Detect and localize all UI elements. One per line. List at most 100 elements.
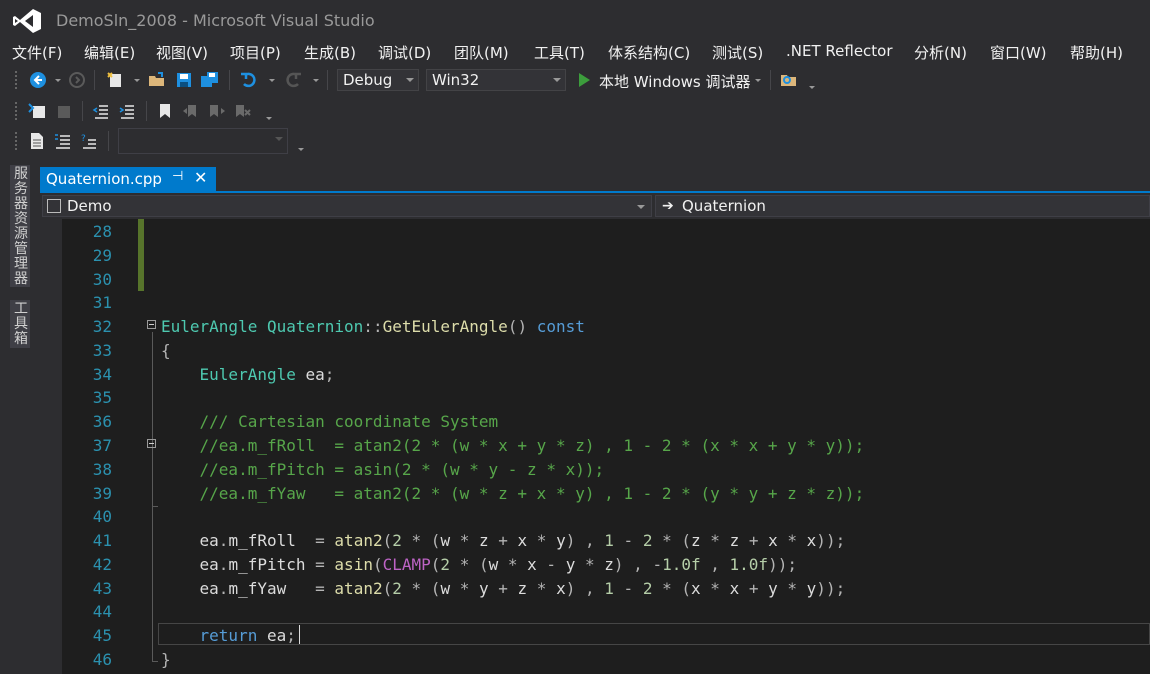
menu-build[interactable]: 生成(B) <box>304 42 356 63</box>
chevron-down-icon <box>637 205 645 209</box>
configuration-value: Debug <box>343 71 393 89</box>
code-line[interactable]: return ea; <box>161 626 296 645</box>
code-line[interactable]: //ea.m_fPitch = asin(2 * (w * y - z * x)… <box>161 460 605 479</box>
pin-icon[interactable]: ⊣ <box>172 169 183 184</box>
line-number: 33 <box>92 341 112 360</box>
navigate-forward-icon[interactable] <box>66 69 88 91</box>
toolbar-grip[interactable] <box>14 131 18 151</box>
solution-configuration-select[interactable]: Debug <box>337 69 419 91</box>
line-number: 44 <box>92 602 112 621</box>
line-number: 43 <box>92 579 112 598</box>
project-scope-select[interactable]: Demo <box>42 195 652 217</box>
toolbar-separator <box>327 70 328 90</box>
menu-project[interactable]: 项目(P) <box>230 42 281 63</box>
menu-view[interactable]: 视图(V) <box>156 42 208 63</box>
new-project-icon[interactable] <box>104 69 126 91</box>
line-number: 39 <box>92 484 112 503</box>
chevron-down-icon[interactable] <box>134 79 140 82</box>
previous-bookmark-icon[interactable] <box>180 100 202 122</box>
display-object-member-list-icon[interactable] <box>26 100 48 122</box>
outline-guide-end <box>152 661 158 662</box>
server-explorer-label[interactable]: 服务器资源管理器 <box>12 167 30 287</box>
close-icon[interactable]: ✕ <box>194 168 207 187</box>
menu-edit[interactable]: 编辑(E) <box>84 42 135 63</box>
code-line[interactable]: EulerAngle Quaternion::GetEulerAngle() c… <box>161 317 585 336</box>
code-line[interactable]: { <box>161 341 171 360</box>
new-file-icon[interactable] <box>26 130 48 152</box>
arrow-right-icon: ➔ <box>662 198 674 214</box>
text-editor-toolbar <box>0 97 1150 125</box>
redo-icon[interactable] <box>282 69 304 91</box>
outline-guide <box>152 332 153 662</box>
current-line-highlight <box>158 623 1150 645</box>
code-line[interactable]: ea.m_fPitch = asin(CLAMP(2 * (w * x - y … <box>161 555 797 574</box>
toolbar-separator <box>94 70 95 90</box>
bookmark-icon[interactable] <box>154 100 176 122</box>
menu-net-reflector[interactable]: .NET Reflector <box>786 42 893 60</box>
help-lines-icon[interactable]: ? <box>78 130 100 152</box>
debugger-label[interactable]: 本地 Windows 调试器 <box>599 71 751 92</box>
menu-debug[interactable]: 调试(D) <box>378 42 431 63</box>
comment-lines-icon[interactable] <box>52 130 74 152</box>
scope-value: Quaternion <box>682 197 766 215</box>
menu-analyze[interactable]: 分析(N) <box>914 42 967 63</box>
svg-text:?: ? <box>81 134 86 144</box>
toolbar-grip[interactable] <box>14 101 18 121</box>
source-control-toolbar: ? <box>0 127 1150 155</box>
code-line[interactable]: ea.m_fRoll = atan2(2 * (w * z + x * y) ,… <box>161 531 846 550</box>
code-line[interactable]: ea.m_fYaw = atan2(2 * (w * y + z * x) , … <box>161 579 846 598</box>
code-line[interactable]: //ea.m_fRoll = atan2(2 * (w * x + y * z)… <box>161 436 865 455</box>
chevron-down-icon[interactable] <box>755 79 761 82</box>
toolbar-overflow-icon[interactable] <box>298 148 304 151</box>
chevron-down-icon[interactable] <box>313 79 319 82</box>
toolbar-dropdown[interactable] <box>118 128 288 154</box>
start-debugging-button[interactable] <box>573 69 595 91</box>
chevron-down-icon <box>275 137 283 141</box>
code-line[interactable]: } <box>161 650 171 669</box>
save-icon[interactable] <box>173 69 195 91</box>
menu-help[interactable]: 帮助(H) <box>1070 42 1123 63</box>
toolbar-overflow-icon[interactable] <box>809 86 815 89</box>
collapse-function-icon[interactable] <box>147 320 156 329</box>
code-line[interactable]: //ea.m_fYaw = atan2(2 * (w * z + x * y) … <box>161 484 865 503</box>
indent-icon[interactable] <box>116 100 138 122</box>
menu-tools[interactable]: 工具(T) <box>534 42 585 63</box>
menu-team[interactable]: 团队(M) <box>454 42 509 63</box>
parameter-info-icon[interactable] <box>52 100 74 122</box>
toolbar-separator <box>146 101 147 121</box>
code-line[interactable]: /// Cartesian coordinate System <box>161 412 499 431</box>
toolbar-separator <box>770 70 771 90</box>
outdent-icon[interactable] <box>90 100 112 122</box>
line-number: 32 <box>92 317 112 336</box>
find-in-files-icon[interactable] <box>778 69 800 91</box>
next-bookmark-icon[interactable] <box>206 100 228 122</box>
chevron-down-icon[interactable] <box>55 79 61 82</box>
project-value: Demo <box>67 197 112 215</box>
menu-window[interactable]: 窗口(W) <box>990 42 1047 63</box>
save-all-icon[interactable] <box>199 69 221 91</box>
line-number: 46 <box>92 650 112 669</box>
navigation-bar: Demo ➔ Quaternion <box>40 193 1150 219</box>
clear-bookmarks-icon[interactable] <box>232 100 254 122</box>
line-number: 37 <box>92 436 112 455</box>
editor-left-margin <box>40 219 62 674</box>
menu-architecture[interactable]: 体系结构(C) <box>608 42 690 63</box>
type-scope-select[interactable]: ➔ Quaternion <box>655 195 1150 217</box>
change-indicator <box>138 219 144 291</box>
open-file-icon[interactable] <box>146 69 168 91</box>
solution-platform-select[interactable]: Win32 <box>426 69 566 91</box>
chevron-down-icon <box>553 78 561 82</box>
undo-icon[interactable] <box>238 69 260 91</box>
toolbox-label[interactable]: 工具箱 <box>12 302 30 347</box>
tab-quaternion-cpp[interactable]: Quaternion.cpp ⊣ ✕ <box>40 167 216 191</box>
toolbar-overflow-icon[interactable] <box>266 117 272 120</box>
navigate-back-icon[interactable] <box>27 69 49 91</box>
menu-file[interactable]: 文件(F) <box>12 42 62 63</box>
line-number: 31 <box>92 293 112 312</box>
chevron-down-icon[interactable] <box>269 79 275 82</box>
toolbar-grip[interactable] <box>14 70 18 90</box>
menu-test[interactable]: 测试(S) <box>712 42 763 63</box>
platform-value: Win32 <box>432 71 480 89</box>
collapse-comment-icon[interactable] <box>147 439 156 448</box>
code-line[interactable]: EulerAngle ea; <box>161 365 335 384</box>
